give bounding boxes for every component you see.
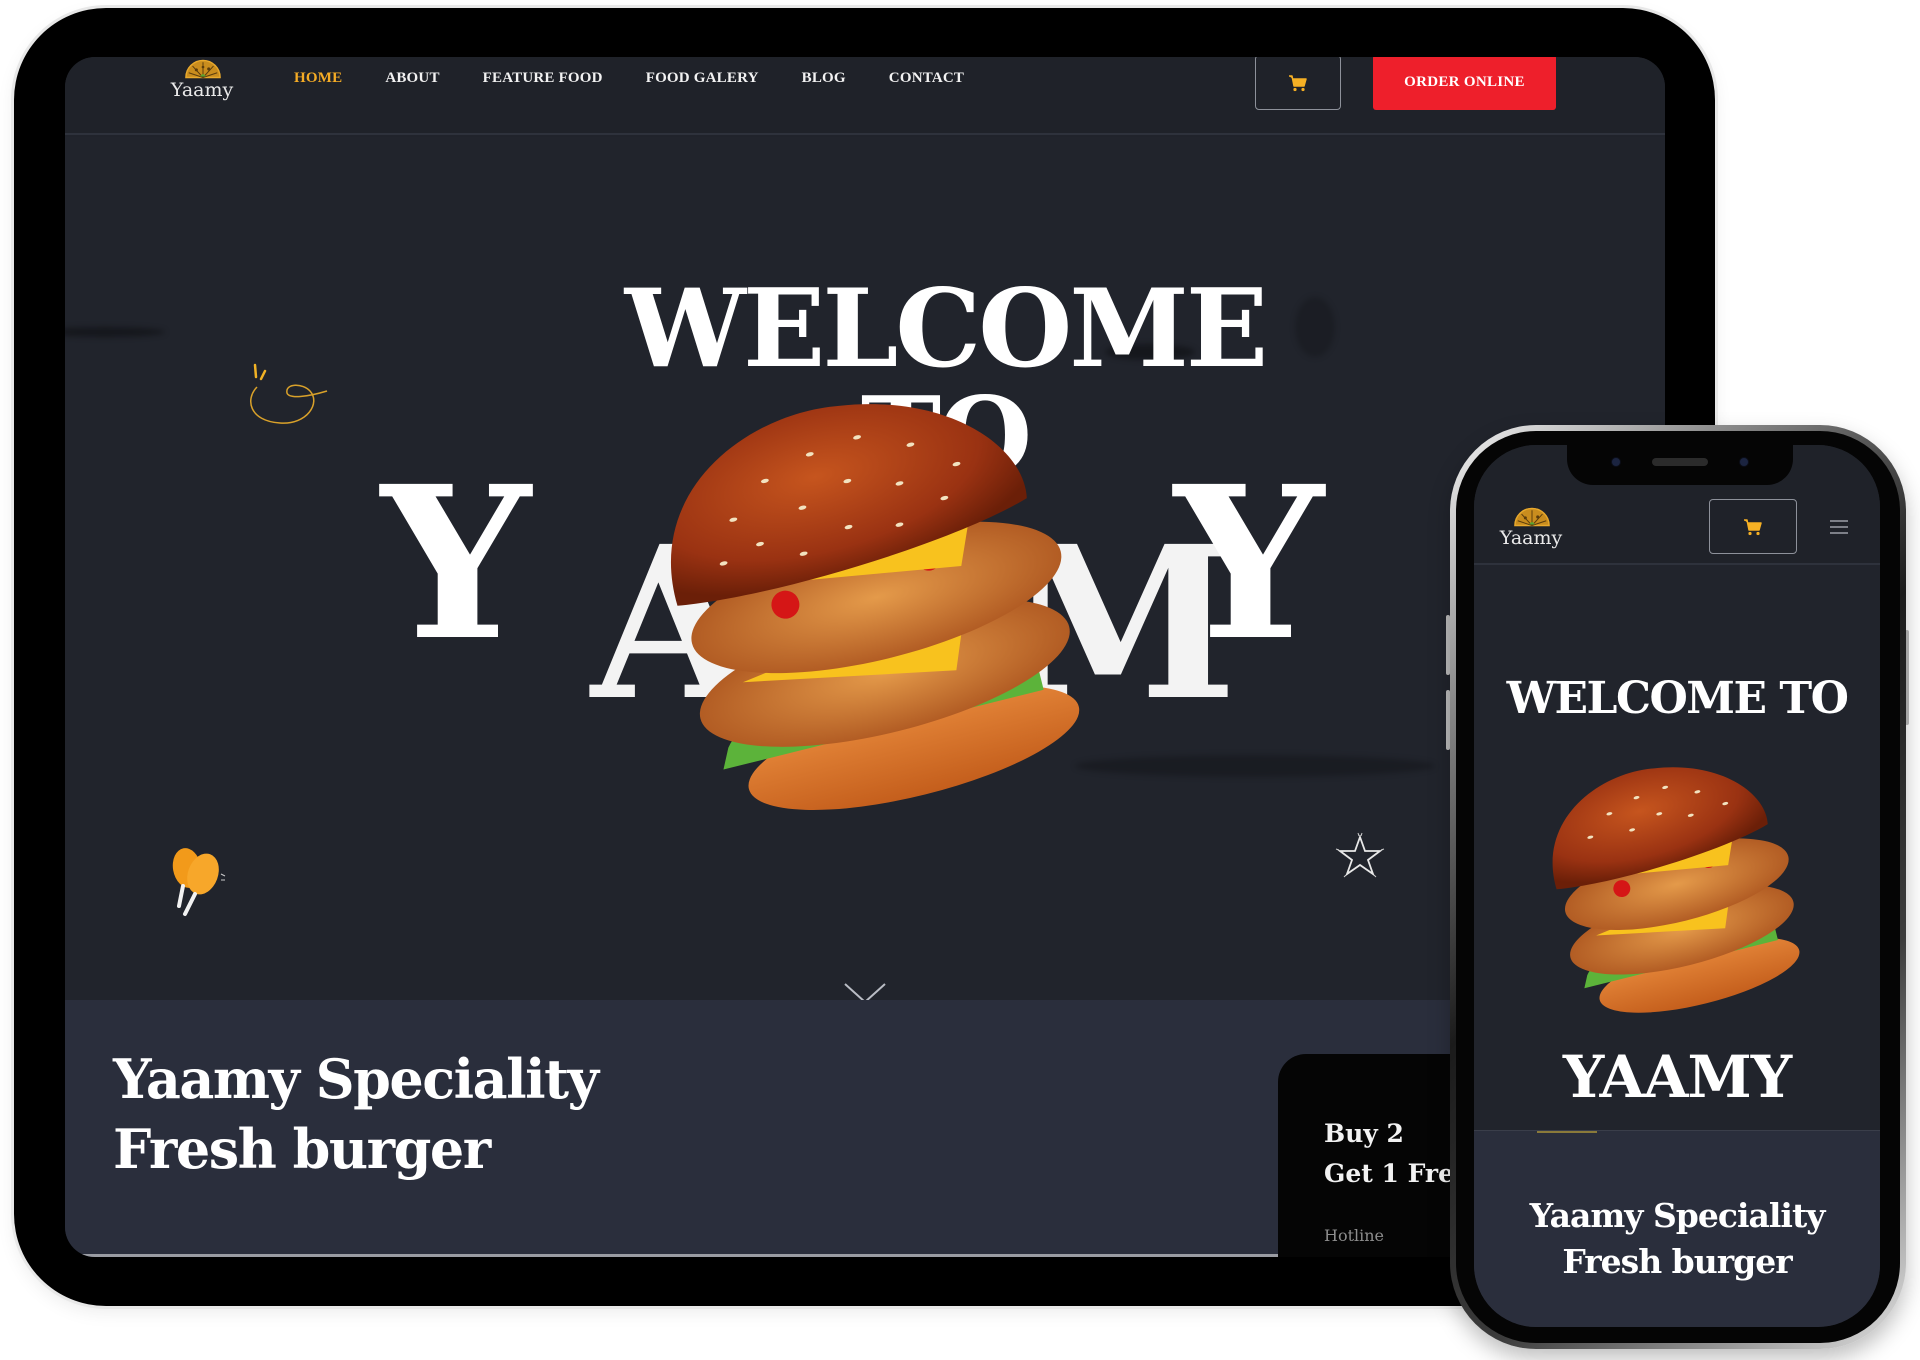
nav-about[interactable]: ABOUT [385, 70, 439, 87]
camera-icon [1611, 457, 1621, 467]
pizza-logo-icon [1514, 507, 1550, 527]
speciality-section: Yaamy Speciality Fresh burger Buy 2 Get … [65, 1000, 1665, 1257]
brush-stroke [1075, 755, 1435, 777]
hero-letter-y1: Y [381, 440, 531, 687]
logo-text: Yaamy [170, 79, 234, 101]
shopping-cart-icon [1744, 518, 1762, 535]
promo-line-2: Get 1 Free [1324, 1159, 1470, 1188]
nav-home[interactable]: HOME [294, 70, 342, 87]
speaker-grille [1652, 458, 1708, 466]
cart-button[interactable] [1255, 57, 1341, 110]
hero-letter-y2: Y [1174, 440, 1324, 687]
phone-speciality-heading: Yaamy Speciality Fresh burger [1474, 1193, 1880, 1285]
nav-food-galery[interactable]: FOOD GALERY [646, 70, 759, 87]
star-doodle-icon [1335, 832, 1385, 878]
doodle-swirl-icon [249, 363, 328, 424]
burger-image [671, 404, 1080, 810]
logo[interactable]: Yaamy [167, 57, 237, 117]
phone-device-frame: Yaamy WELCOME TO YAAMY Yaamy Speciality … [1450, 425, 1906, 1349]
order-online-button[interactable]: ORDER ONLINE [1373, 57, 1556, 110]
hamburger-menu-icon[interactable] [1830, 520, 1848, 534]
speciality-line-2: Fresh burger [113, 1117, 491, 1181]
shopping-cart-icon [1289, 74, 1307, 91]
phone-logo-text: Yaamy [1499, 527, 1563, 549]
promo-line-1: Buy 2 [1324, 1119, 1404, 1148]
sensor-icon [1739, 457, 1749, 467]
main-nav: HOME ABOUT FEATURE FOOD FOOD GALERY BLOG… [294, 70, 1007, 87]
phone-cart-button[interactable] [1709, 499, 1797, 554]
chevron-down-icon[interactable] [843, 982, 887, 1000]
pizza-logo-icon [185, 59, 221, 79]
phone-speciality-section: Yaamy Speciality Fresh burger [1474, 1130, 1880, 1327]
hotline-label: Hotline [1324, 1226, 1385, 1245]
promo-offer: Buy 2 Get 1 Free [1324, 1114, 1470, 1194]
nav-contact[interactable]: CONTACT [889, 70, 964, 87]
phone-logo[interactable]: Yaamy [1496, 505, 1566, 560]
phone-notch [1567, 445, 1793, 485]
hero-section: WELCOME TO Y A M Y [65, 137, 1665, 1000]
speciality-line-1: Yaamy Speciality [113, 1047, 599, 1111]
site-header: Yaamy HOME ABOUT FEATURE FOOD FOOD GALER… [65, 57, 1665, 135]
nav-feature-food[interactable]: FEATURE FOOD [483, 70, 603, 87]
phone-hero-welcome: WELCOME TO [1506, 673, 1849, 724]
nav-blog[interactable]: BLOG [802, 70, 846, 87]
speciality-heading: Yaamy Speciality Fresh burger [113, 1044, 599, 1184]
phone-hero-brand: YAAMY [1562, 1043, 1792, 1111]
phone-screen: Yaamy WELCOME TO YAAMY Yaamy Speciality … [1474, 445, 1880, 1327]
phone-burger-image [1552, 767, 1800, 1013]
accent-underline [1537, 1131, 1597, 1133]
chicken-drumstick-icon [172, 848, 226, 916]
tablet-screen: Yaamy HOME ABOUT FEATURE FOOD FOOD GALER… [65, 57, 1665, 1257]
brush-stroke [65, 327, 165, 337]
phone-speciality-line-2: Fresh burger [1562, 1242, 1792, 1281]
phone-speciality-line-1: Yaamy Speciality [1529, 1196, 1826, 1235]
